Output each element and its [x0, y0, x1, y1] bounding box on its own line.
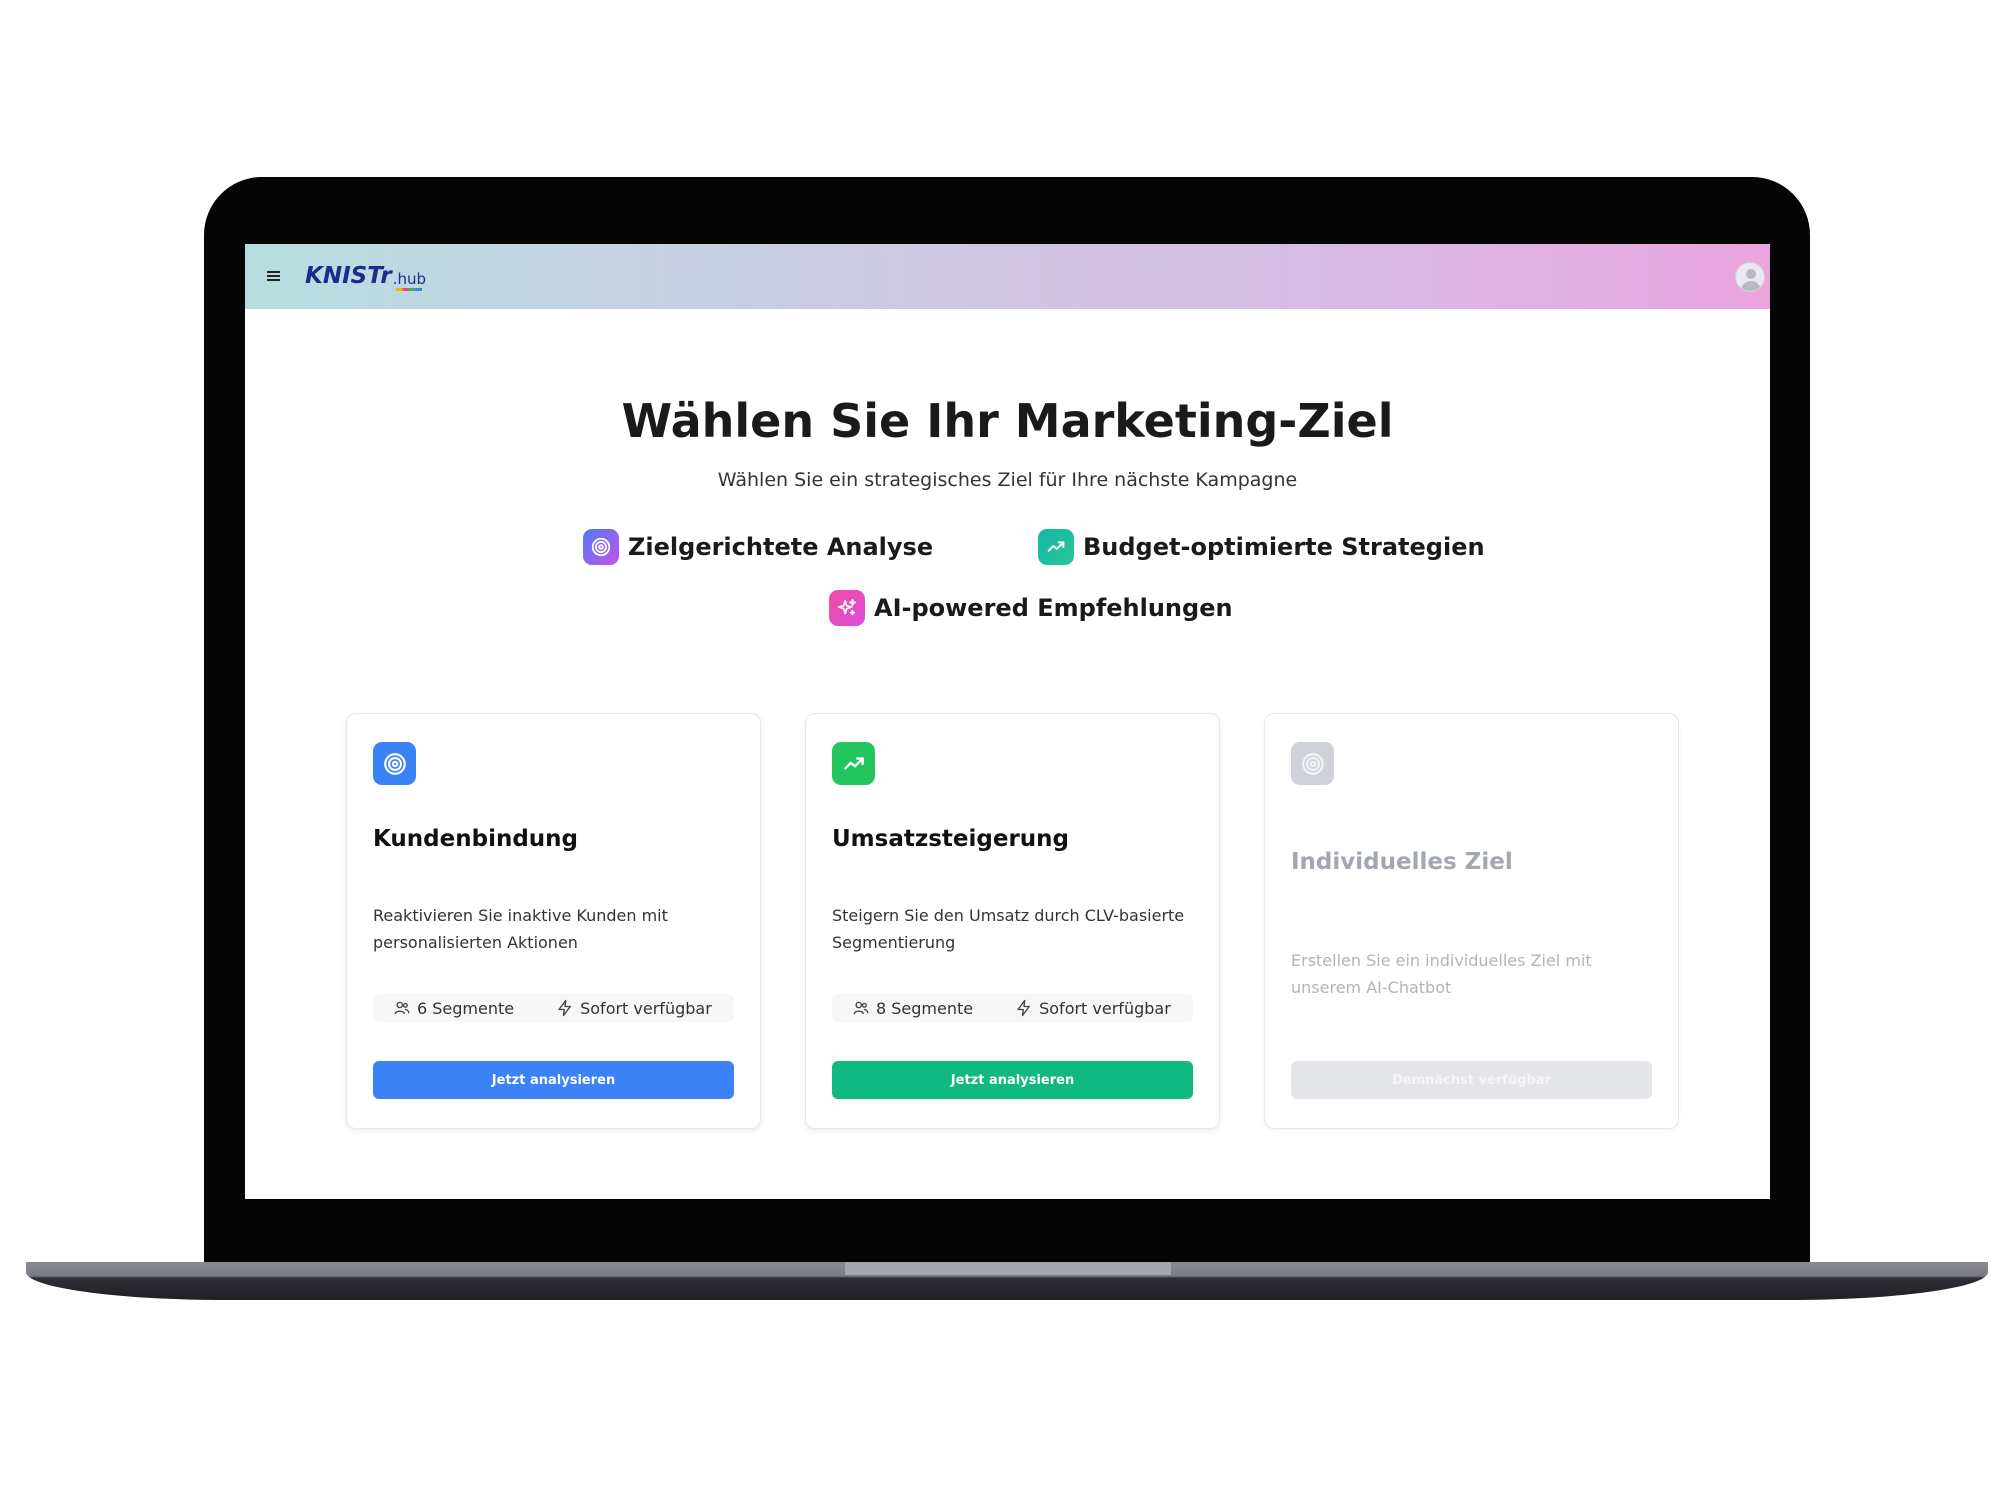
- analyze-button[interactable]: Jetzt analysieren: [373, 1061, 734, 1099]
- feature-targeted-analysis: Zielgerichtete Analyse: [583, 529, 933, 565]
- segment-count: 6 Segmente: [393, 999, 514, 1018]
- card-meta: 6 Segmente Sofort verfügbar: [373, 994, 734, 1022]
- laptop-notch: [845, 1262, 1171, 1275]
- user-avatar-icon[interactable]: [1735, 262, 1765, 292]
- page-subtitle: Wählen Sie ein strategisches Ziel für Ih…: [717, 469, 1298, 491]
- target-icon: [373, 742, 416, 785]
- card-description: Reaktivieren Sie inaktive Kunden mit per…: [373, 906, 668, 952]
- brand-logo[interactable]: KNISTr .hub: [305, 263, 426, 291]
- users-icon: [394, 1001, 410, 1015]
- target-icon: [1291, 742, 1334, 785]
- brand-suffix: .hub: [393, 270, 426, 291]
- hamburger-menu-icon[interactable]: [267, 271, 280, 281]
- feature-label: Budget-optimierte Strategien: [1083, 533, 1485, 561]
- feature-label: AI-powered Empfehlungen: [874, 594, 1233, 622]
- page-title: Wählen Sie Ihr Marketing-Ziel: [621, 394, 1394, 448]
- brand-name: KNISTr: [305, 263, 392, 289]
- card-title: Individuelles Ziel: [1291, 849, 1513, 875]
- analyze-button[interactable]: Jetzt analysieren: [832, 1061, 1193, 1099]
- app-header: KNISTr .hub: [245, 244, 1770, 309]
- app-screen: KNISTr .hub Wählen Sie Ihr Marketing-Zie…: [245, 244, 1770, 1199]
- card-meta: 8 Segmente Sofort verfügbar: [832, 994, 1193, 1022]
- goal-card-umsatzsteigerung[interactable]: Umsatzsteigerung Steigern Sie den Umsatz…: [805, 713, 1220, 1129]
- card-description: Steigern Sie den Umsatz durch CLV-basier…: [832, 906, 1185, 952]
- feature-ai-recommendations: AI-powered Empfehlungen: [829, 590, 1233, 626]
- lightning-icon: [1017, 999, 1031, 1017]
- goal-card-kundenbindung[interactable]: Kundenbindung Reaktivieren Sie inaktive …: [346, 713, 761, 1129]
- lightning-icon: [558, 999, 572, 1017]
- goal-card-individuelles-ziel: Individuelles Ziel Erstellen Sie ein ind…: [1264, 713, 1679, 1129]
- feature-budget-strategies: Budget-optimierte Strategien: [1038, 529, 1485, 565]
- card-title: Kundenbindung: [373, 826, 579, 852]
- feature-label: Zielgerichtete Analyse: [628, 533, 934, 561]
- sparkles-icon: [829, 590, 865, 626]
- target-icon: [583, 529, 619, 565]
- users-icon: [853, 1001, 869, 1015]
- coming-soon-button: Demnächst verfügbar: [1291, 1061, 1652, 1099]
- availability: Sofort verfügbar: [556, 999, 712, 1018]
- card-title: Umsatzsteigerung: [832, 826, 1070, 852]
- card-description: Erstellen Sie ein individuelles Ziel mit…: [1291, 951, 1592, 997]
- trending-up-icon: [832, 742, 875, 785]
- availability: Sofort verfügbar: [1015, 999, 1171, 1018]
- segment-count: 8 Segmente: [852, 999, 973, 1018]
- trending-up-icon: [1038, 529, 1074, 565]
